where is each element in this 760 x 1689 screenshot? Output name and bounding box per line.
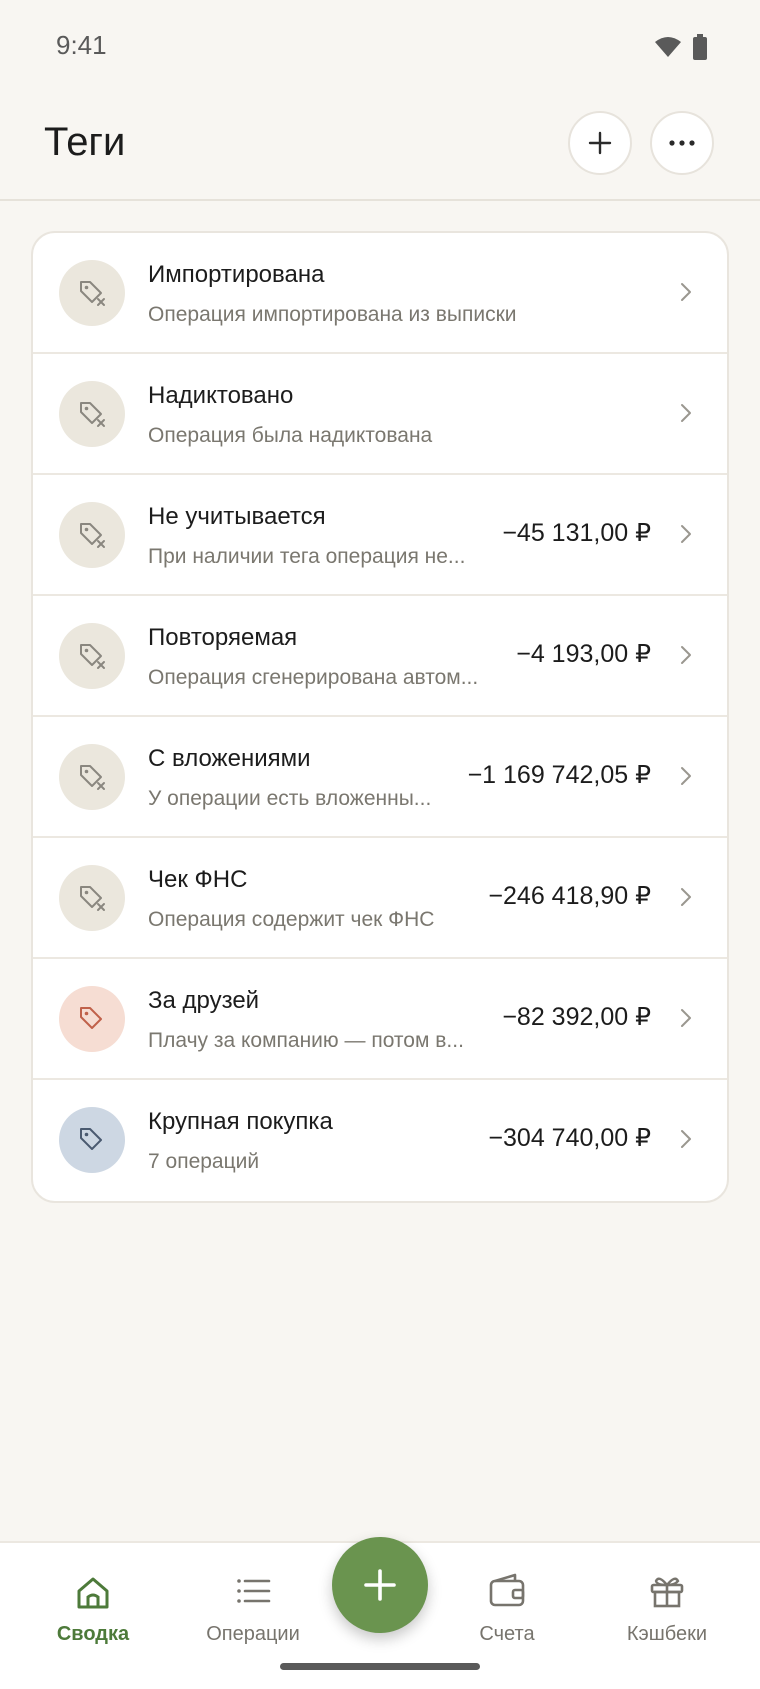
tag-off-icon — [80, 644, 105, 669]
tag-off-icon — [80, 402, 105, 427]
more-options-button[interactable] — [650, 111, 714, 175]
status-time: 9:41 — [56, 30, 107, 60]
tag-avatar — [59, 502, 125, 568]
chevron-right-icon — [681, 1009, 691, 1027]
tag-off-icon — [80, 765, 105, 790]
tag-name: Крупная покупка — [148, 1108, 333, 1135]
add-operation-fab[interactable] — [332, 1537, 428, 1633]
home-icon — [77, 1577, 109, 1609]
chevron-right-icon — [681, 283, 691, 301]
nav-item[interactable]: Сводка — [23, 1569, 163, 1646]
tag-row[interactable]: С вложениями У операции есть вложенны... −… — [33, 717, 727, 838]
wifi-icon — [655, 37, 681, 57]
chevron-right-icon — [681, 404, 691, 422]
tag-row[interactable]: Крупная покупка 7 операций −304 740,00 ₽ — [33, 1080, 727, 1201]
tag-row[interactable]: Надиктовано Операция была надиктована — [33, 354, 727, 475]
list-icon — [237, 1579, 271, 1603]
plus-icon — [588, 131, 612, 155]
tag-description: У операции есть вложенны... — [148, 787, 432, 810]
tag-row[interactable]: Чек ФНС Операция содержит чек ФНС −246 418… — [33, 838, 727, 959]
tag-avatar — [59, 1107, 125, 1173]
chevron-right-icon — [681, 646, 691, 664]
app-header: Теги — [0, 95, 760, 201]
tag-description: 7 операций — [148, 1150, 260, 1173]
tag-avatar — [59, 260, 125, 326]
nav-item[interactable]: Счета — [437, 1569, 577, 1646]
tag-amount: −1 169 742,05 ₽ — [467, 761, 651, 789]
tag-name: Повторяемая — [148, 624, 298, 651]
tag-row[interactable]: Не учитывается При наличии тега операция … — [33, 475, 727, 596]
battery-icon — [693, 34, 707, 60]
tag-avatar — [59, 865, 125, 931]
tag-amount: −304 740,00 ₽ — [488, 1124, 651, 1152]
tag-amount: −4 193,00 ₽ — [516, 640, 651, 668]
add-tag-button[interactable] — [568, 111, 632, 175]
tags-list: Импортирована Операция импортирована из в… — [31, 231, 729, 1203]
tag-row[interactable]: Импортирована Операция импортирована из в… — [33, 233, 727, 354]
more-horizontal-icon — [669, 140, 695, 146]
nav-item[interactable]: Операции — [183, 1569, 323, 1646]
tag-avatar — [59, 381, 125, 447]
nav-label: Счета — [479, 1623, 535, 1645]
nav-label: Кэшбеки — [626, 1623, 708, 1645]
tag-off-icon — [80, 886, 105, 911]
nav-label: Сводка — [56, 1623, 130, 1645]
tag-amount: −246 418,90 ₽ — [488, 882, 651, 910]
tag-name: За друзей — [148, 987, 260, 1014]
status-icons — [654, 34, 708, 60]
tag-description: При наличии тега операция не... — [148, 545, 466, 568]
tag-amount: −82 392,00 ₽ — [502, 1003, 651, 1031]
tag-description: Операция сгенерирована автом... — [148, 666, 479, 689]
tag-description: Операция содержит чек ФНС — [148, 908, 435, 931]
tag-avatar — [59, 744, 125, 810]
tag-off-icon — [80, 523, 105, 548]
tag-name: Импортирована — [148, 261, 325, 288]
status-bar: 9:41 — [0, 0, 760, 95]
tag-avatar — [59, 986, 125, 1052]
nav-item[interactable]: Кэшбеки — [597, 1569, 737, 1646]
nav-label: Операции — [206, 1623, 300, 1645]
plus-icon — [364, 1569, 396, 1601]
tag-avatar — [59, 623, 125, 689]
tag-amount: −45 131,00 ₽ — [502, 519, 651, 547]
tag-row[interactable]: За друзей Плачу за компанию — потом в... −… — [33, 959, 727, 1080]
chevron-right-icon — [681, 767, 691, 785]
tag-name: Чек ФНС — [148, 866, 248, 893]
tag-description: Операция была надиктована — [148, 424, 433, 447]
tag-icon — [80, 1007, 102, 1029]
wallet-icon — [489, 1573, 525, 1607]
tag-name: Надиктовано — [148, 382, 294, 409]
chevron-right-icon — [681, 525, 691, 543]
chevron-right-icon — [681, 1130, 691, 1148]
page-title: Теги — [44, 120, 126, 164]
gift-icon — [650, 1577, 684, 1608]
chevron-right-icon — [681, 888, 691, 906]
tag-name: Не учитывается — [148, 503, 326, 530]
tag-off-icon — [80, 281, 105, 306]
tag-description: Операция импортирована из выписки — [148, 303, 517, 326]
tag-row[interactable]: Повторяемая Операция сгенерирована автом.… — [33, 596, 727, 717]
home-indicator — [280, 1663, 480, 1670]
tag-name: С вложениями — [148, 745, 311, 772]
tag-description: Плачу за компанию — потом в... — [148, 1029, 464, 1052]
tag-icon — [80, 1128, 102, 1150]
